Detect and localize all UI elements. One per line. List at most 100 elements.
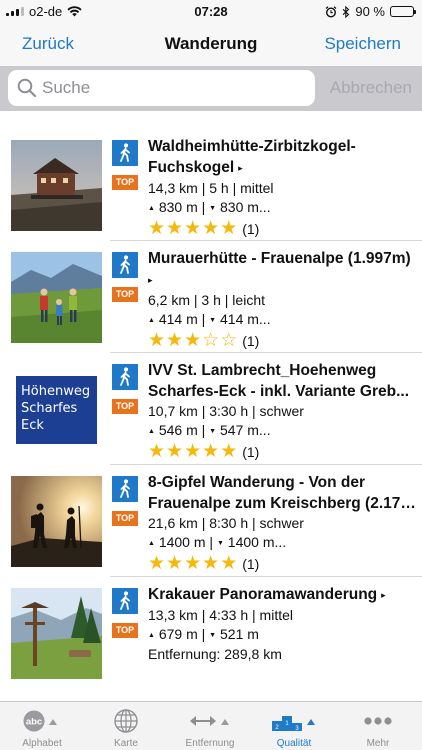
- battery-percent: 90 %: [355, 4, 385, 19]
- route-row[interactable]: TOP Krakauer Panoramawanderung ▸ 13,3 km …: [0, 576, 422, 688]
- route-row[interactable]: TOP Murauerhütte - Frauenalpe (1.997m) ▸…: [0, 240, 422, 352]
- route-info: 8-Gipfel Wanderung - Von der Frauenalpe …: [148, 472, 416, 575]
- route-stats: 14,3 km | 5 h | mittel: [148, 180, 274, 196]
- hut-photo: [11, 140, 102, 231]
- rating: ★★★☆☆ (1): [148, 330, 416, 352]
- ascent-arrow-icon: ▲: [148, 317, 155, 324]
- abc-sort-icon: abc: [0, 708, 84, 734]
- star-filled-icon: ★: [166, 441, 185, 462]
- back-button[interactable]: Zurück: [22, 34, 74, 54]
- ascent-arrow-icon: ▲: [148, 540, 155, 547]
- star-filled-icon: ★: [202, 218, 221, 239]
- route-info: Waldheimhütte-Zirbitzkogel- Fuchskogel ▸ …: [148, 136, 416, 240]
- hiking-icon: [112, 588, 138, 614]
- rating-stars: ★★★★★: [148, 441, 238, 462]
- hoehenweg-sign: Höhenweg Scharfes Eck: [11, 364, 102, 455]
- tab-label: Qualität: [276, 738, 312, 749]
- search-icon: [17, 78, 37, 98]
- descent-arrow-icon: ▼: [216, 540, 224, 547]
- top-badge: TOP: [112, 175, 138, 190]
- rating-stars: ★★★☆☆: [148, 330, 238, 351]
- route-ascent: 1400 m: [158, 534, 206, 550]
- save-button[interactable]: Speichern: [324, 34, 401, 54]
- route-elevation: ▲ 830 m | ▼ 830 m...: [148, 199, 271, 215]
- route-distance: Entfernung: 289,8 km: [148, 646, 282, 662]
- hiking-icon: [112, 476, 138, 502]
- search-input[interactable]: [42, 78, 302, 98]
- route-title-line2: Fuchskogel: [148, 159, 235, 176]
- ascent-arrow-icon: ▲: [148, 205, 155, 212]
- route-stats: 10,7 km | 3:30 h | schwer: [148, 403, 304, 419]
- descent-arrow-icon: ▼: [209, 205, 217, 212]
- route-title: Murauerhütte - Frauenalpe (1.997m) ▸: [148, 248, 416, 291]
- route-title-line1: Murauerhütte - Frauenalpe (1.997m): [148, 250, 411, 267]
- ascent-arrow-icon: ▲: [148, 428, 155, 435]
- disclosure-triangle-icon: ▸: [238, 163, 243, 173]
- rating-count: (1): [242, 221, 260, 237]
- route-info: Krakauer Panoramawanderung ▸ 13,3 km | 4:…: [148, 584, 416, 664]
- star-filled-icon: ★: [184, 441, 203, 462]
- tab-label: Alphabet: [22, 738, 62, 749]
- family-hikers-photo: [11, 252, 102, 343]
- route-row[interactable]: TOP Waldheimhütte-Zirbitzkogel- Fuchskog…: [0, 128, 422, 240]
- sign-panel: Höhenweg Scharfes Eck: [16, 376, 97, 444]
- star-filled-icon: ★: [184, 218, 203, 239]
- star-filled-icon: ★: [148, 218, 167, 239]
- route-ascent: 414 m: [158, 311, 198, 327]
- star-filled-icon: ★: [184, 330, 203, 351]
- route-descent: 1400 m...: [227, 534, 287, 550]
- route-title: Krakauer Panoramawanderung ▸: [148, 584, 416, 606]
- sign-line: Eck: [21, 418, 44, 433]
- svg-text:abc: abc: [26, 717, 42, 728]
- star-empty-icon: ☆: [220, 330, 239, 351]
- star-filled-icon: ★: [220, 553, 239, 574]
- rating-stars: ★★★★★: [148, 553, 238, 574]
- star-filled-icon: ★: [148, 330, 167, 351]
- route-title-line1: Waldheimhütte-Zirbitzkogel-: [148, 138, 356, 155]
- top-badge: TOP: [112, 511, 138, 526]
- descent-arrow-icon: ▼: [209, 317, 217, 324]
- bluetooth-icon: [342, 5, 350, 18]
- search-field[interactable]: [8, 70, 315, 106]
- alarm-icon: [325, 5, 337, 18]
- cancel-button[interactable]: Abbrechen: [330, 78, 412, 98]
- top-badge: TOP: [112, 623, 138, 638]
- tab-entfernung[interactable]: Entfernung: [168, 702, 252, 750]
- tab-karte[interactable]: Karte: [84, 702, 168, 750]
- route-title-line1: 8-Gipfel Wanderung - Von der: [148, 474, 365, 491]
- route-row[interactable]: TOP 8-Gipfel Wanderung - Von der Frauena…: [0, 464, 422, 576]
- disclosure-triangle-icon: ▸: [381, 590, 386, 600]
- route-descent: 830 m...: [220, 199, 271, 215]
- tab-qualitaet[interactable]: 2 1 3 Qualität: [252, 702, 336, 750]
- hiking-icon: [112, 252, 138, 278]
- podium-icon: 2 1 3: [252, 708, 336, 734]
- distance-arrows-icon: [168, 708, 252, 734]
- wayside-cross-photo: [11, 588, 102, 679]
- rating-count: (1): [242, 556, 260, 572]
- route-stats: 21,6 km | 8:30 h | schwer: [148, 515, 304, 531]
- route-ascent: 679 m: [158, 626, 198, 642]
- star-filled-icon: ★: [166, 330, 185, 351]
- hiking-icon: [112, 140, 138, 166]
- rating-stars: ★★★★★: [148, 218, 238, 239]
- route-elevation: ▲ 414 m | ▼ 414 m...: [148, 311, 271, 327]
- route-elevation: ▲ 546 m | ▼ 547 m...: [148, 422, 271, 438]
- tab-label: Karte: [114, 738, 138, 749]
- top-badge: TOP: [112, 287, 138, 302]
- star-filled-icon: ★: [166, 218, 185, 239]
- tab-bar: abc Alphabet Karte Entfernung 2 1 3 Qual…: [0, 701, 422, 750]
- star-empty-icon: ☆: [202, 330, 221, 351]
- sign-line: Höhenweg: [21, 384, 91, 399]
- route-title-line2: Frauenalpe zum Kreischberg (2.171...: [148, 495, 416, 512]
- route-descent: 414 m...: [220, 311, 271, 327]
- route-list: TOP Waldheimhütte-Zirbitzkogel- Fuchskog…: [0, 128, 422, 688]
- tab-label: Mehr: [366, 738, 390, 749]
- status-right: 90 %: [325, 4, 416, 19]
- route-info: IVV St. Lambrecht_Hoehenweg Scharfes-Eck…: [148, 360, 416, 463]
- tab-mehr[interactable]: Mehr: [336, 702, 420, 750]
- tab-alphabet[interactable]: abc Alphabet: [0, 702, 84, 750]
- route-elevation: ▲ 1400 m | ▼ 1400 m...: [148, 534, 287, 550]
- route-stats: 13,3 km | 4:33 h | mittel: [148, 607, 294, 623]
- star-filled-icon: ★: [148, 553, 167, 574]
- route-row[interactable]: Höhenweg Scharfes Eck TOP IVV St. Lambre…: [0, 352, 422, 464]
